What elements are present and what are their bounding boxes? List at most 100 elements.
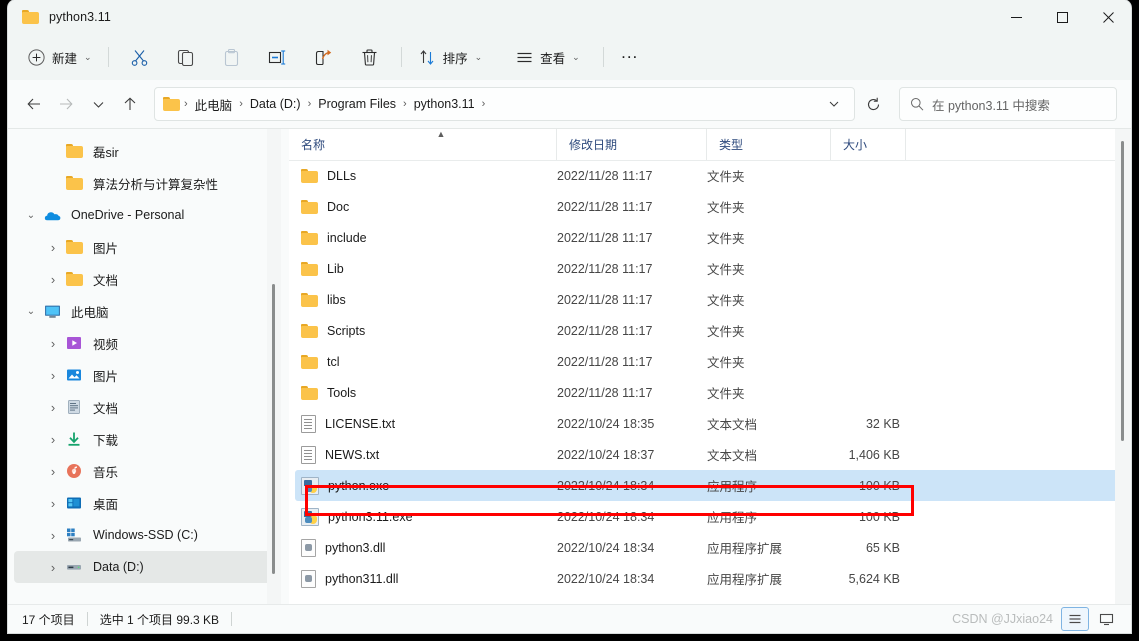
chevron-right-icon[interactable]: ›	[42, 464, 64, 479]
chevron-right-icon[interactable]: ›	[42, 240, 64, 255]
table-row[interactable]: NEWS.txt 2022/10/24 18:37 文本文档 1,406 KB	[295, 439, 1125, 470]
file-date-cell: 2022/11/28 11:17	[557, 168, 653, 183]
chevron-right-icon[interactable]: ›	[42, 400, 64, 415]
column-header-date[interactable]: 修改日期	[557, 129, 707, 160]
sidebar-item-0[interactable]: 磊sir	[14, 135, 281, 167]
chevron-right-icon[interactable]: ›	[42, 336, 64, 351]
search-box[interactable]: 在 python3.11 中搜索	[899, 87, 1117, 121]
file-list-scrollbar-thumb[interactable]	[1121, 141, 1124, 441]
breadcrumb-item-3[interactable]: python3.11	[409, 94, 480, 114]
sidebar-item-3[interactable]: › 图片	[14, 231, 281, 263]
new-button[interactable]: 新建 ⌄	[22, 41, 100, 73]
breadcrumb-item-0[interactable]: 此电脑	[190, 92, 238, 117]
file-type-cell: 应用程序	[707, 480, 758, 494]
more-options-button[interactable]: ...	[612, 37, 648, 77]
paste-button[interactable]	[212, 41, 252, 73]
sort-button[interactable]: 排序 ⌄	[410, 41, 492, 73]
file-list-scrollbar[interactable]	[1115, 129, 1131, 605]
desktop-icon	[64, 495, 84, 511]
chevron-down-icon[interactable]: ⌄	[20, 210, 42, 221]
copy-button[interactable]	[166, 41, 206, 73]
view-button[interactable]: 查看 ⌄	[507, 41, 589, 73]
table-row[interactable]: include 2022/11/28 11:17 文件夹	[295, 222, 1125, 253]
paste-icon	[225, 48, 239, 66]
details-view-button[interactable]	[1061, 607, 1089, 631]
table-row[interactable]: LICENSE.txt 2022/10/24 18:35 文本文档 32 KB	[295, 408, 1125, 439]
search-input[interactable]: 在 python3.11 中搜索	[932, 95, 1050, 114]
sidebar-item-9[interactable]: › 下载	[14, 423, 281, 455]
sidebar-item-label: 此电脑	[71, 305, 109, 320]
breadcrumb-separator: ›	[481, 98, 486, 110]
rename-button[interactable]	[258, 41, 298, 73]
table-row[interactable]: python3.dll 2022/10/24 18:34 应用程序扩展 65 KB	[295, 532, 1125, 563]
table-row[interactable]: DLLs 2022/11/28 11:17 文件夹	[295, 160, 1125, 191]
table-row[interactable]: python3.11.exe 2022/10/24 18:34 应用程序 100 KB	[295, 501, 1125, 532]
sidebar-item-11[interactable]: › 桌面	[14, 487, 281, 519]
breadcrumb-item-2[interactable]: Program Files	[313, 94, 401, 114]
sidebar-item-13[interactable]: › Data (D:)	[14, 551, 281, 583]
recent-locations-button[interactable]	[82, 88, 114, 120]
table-row[interactable]: python.exe 2022/10/24 18:34 应用程序 100 KB	[295, 470, 1125, 501]
minimize-button[interactable]	[993, 0, 1039, 34]
sidebar-item-8[interactable]: › 文档	[14, 391, 281, 423]
chevron-down-icon: ⌄	[572, 52, 580, 62]
sidebar-scrollbar[interactable]	[267, 129, 281, 605]
sidebar-item-4[interactable]: › 文档	[14, 263, 281, 295]
column-header-type[interactable]: 类型	[707, 129, 831, 160]
table-row[interactable]: Scripts 2022/11/28 11:17 文件夹	[295, 315, 1125, 346]
file-name-cell: LICENSE.txt	[295, 414, 557, 433]
back-button[interactable]	[18, 88, 50, 120]
chevron-right-icon[interactable]: ›	[42, 496, 64, 511]
file-name-label: Lib	[327, 261, 344, 276]
table-row[interactable]: tcl 2022/11/28 11:17 文件夹	[295, 346, 1125, 377]
cut-button[interactable]	[120, 41, 160, 73]
sidebar-scrollbar-thumb[interactable]	[272, 284, 275, 574]
sidebar-item-6[interactable]: › 视频	[14, 327, 281, 359]
up-button[interactable]	[114, 88, 146, 120]
chevron-down-icon	[829, 101, 839, 107]
forward-button[interactable]	[50, 88, 82, 120]
column-header-type-label: 类型	[719, 138, 744, 152]
chevron-right-icon[interactable]: ›	[42, 560, 64, 575]
column-header-size[interactable]: 大小	[831, 129, 906, 160]
sidebar-item-5[interactable]: ⌄ 此电脑	[14, 295, 281, 327]
table-row[interactable]: libs 2022/11/28 11:17 文件夹	[295, 284, 1125, 315]
breadcrumb-item-1[interactable]: Data (D:)	[245, 94, 306, 114]
column-header-name[interactable]: ▲ 名称	[289, 129, 557, 160]
table-row[interactable]: Doc 2022/11/28 11:17 文件夹	[295, 191, 1125, 222]
chevron-right-icon[interactable]: ›	[42, 528, 64, 543]
chevron-down-icon[interactable]: ⌄	[20, 306, 42, 317]
breadcrumb-separator: ›	[307, 98, 312, 110]
column-headers: ▲ 名称 修改日期 类型 大小	[289, 129, 1131, 161]
chevron-right-icon[interactable]: ›	[42, 272, 64, 287]
file-date-cell: 2022/10/24 18:37	[557, 447, 655, 462]
sidebar-item-2[interactable]: ⌄ OneDrive - Personal	[14, 199, 281, 231]
chevron-right-icon[interactable]: ›	[42, 432, 64, 447]
folder-file-icon	[301, 354, 318, 369]
sidebar-item-1[interactable]: 算法分析与计算复杂性	[14, 167, 281, 199]
delete-button[interactable]	[350, 41, 390, 73]
breadcrumb[interactable]: › 此电脑 › Data (D:) › Program Files › pyth…	[154, 87, 855, 121]
file-size-cell: 100 KB	[858, 478, 900, 493]
view-button-label: 查看	[540, 51, 566, 66]
maximize-button[interactable]	[1039, 0, 1085, 34]
folder-file-icon	[301, 292, 318, 307]
sidebar-item-7[interactable]: › 图片	[14, 359, 281, 391]
share-button[interactable]	[304, 41, 344, 73]
refresh-button[interactable]	[857, 88, 889, 120]
table-row[interactable]: Lib 2022/11/28 11:17 文件夹	[295, 253, 1125, 284]
chevron-right-icon[interactable]: ›	[42, 368, 64, 383]
large-icons-view-button[interactable]	[1093, 608, 1119, 630]
txt-file-icon	[301, 445, 316, 464]
sort-icon	[420, 49, 433, 65]
sidebar-item-10[interactable]: › 音乐	[14, 455, 281, 487]
table-row[interactable]: Tools 2022/11/28 11:17 文件夹	[295, 377, 1125, 408]
arrow-up-icon	[124, 97, 136, 110]
sidebar-item-12[interactable]: › Windows-SSD (C:)	[14, 519, 281, 551]
table-row[interactable]: python311.dll 2022/10/24 18:34 应用程序扩展 5,624…	[295, 563, 1125, 594]
sidebar-item-label: 文档	[93, 273, 119, 288]
close-button[interactable]	[1085, 0, 1131, 34]
sidebar-item-label: 视频	[93, 337, 119, 352]
address-dropdown-button[interactable]	[820, 90, 848, 118]
folder-icon	[64, 176, 84, 190]
